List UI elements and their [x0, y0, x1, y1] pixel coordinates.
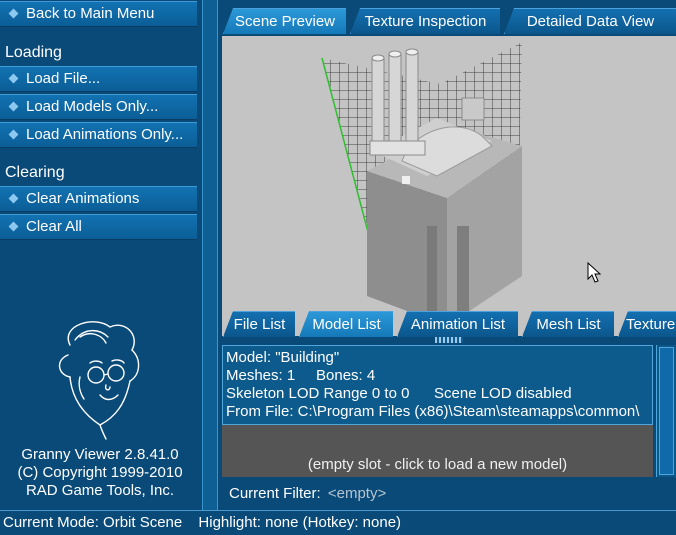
- load-animations-only-label: Load Animations Only...: [26, 126, 184, 143]
- tab-animation-list[interactable]: Animation List: [397, 311, 518, 337]
- filter-label: Current Filter:: [229, 485, 321, 502]
- roof-vent: [402, 176, 410, 184]
- chimney-base: [369, 140, 426, 156]
- scene-lod-text: Scene LOD disabled: [434, 385, 572, 402]
- chimney-1-top: [371, 54, 385, 62]
- mouse-pointer-icon: [587, 262, 601, 283]
- roof-box: [461, 97, 485, 121]
- lod-range-text: Skeleton LOD Range 0 to 0: [226, 385, 410, 402]
- splitter-grip[interactable]: [435, 337, 463, 343]
- tab-model-list[interactable]: Model List: [299, 311, 393, 337]
- model-list-scroll-thumb[interactable]: [659, 347, 674, 475]
- granny-mascot-logo: [58, 321, 140, 440]
- tab-mesh-list-label: Mesh List: [536, 316, 601, 333]
- filter-value[interactable]: <empty>: [328, 485, 386, 502]
- clear-all-label: Clear All: [26, 218, 82, 235]
- tab-detailed-data-view-label: Detailed Data View: [526, 13, 655, 30]
- load-file-label: Load File...: [26, 70, 101, 87]
- scene-render: [321, 42, 522, 336]
- left-panel-scrollbar[interactable]: [202, 0, 218, 510]
- version-text: Granny Viewer 2.8.41.0: [21, 446, 179, 463]
- load-models-only-label: Load Models Only...: [26, 98, 159, 115]
- tab-file-list[interactable]: File List: [223, 311, 295, 337]
- tab-texture-inspection[interactable]: Texture Inspection: [350, 8, 500, 34]
- diamond-bullet-icon: [8, 8, 19, 19]
- back-to-main-menu-button[interactable]: Back to Main Menu: [0, 1, 197, 27]
- meshes-count-text: Meshes: 1: [226, 367, 296, 384]
- chimney-3-top: [405, 48, 419, 56]
- model-name-text: Model: "Building": [226, 349, 340, 366]
- tab-texture-list[interactable]: Texture: [618, 311, 676, 337]
- tab-mesh-list[interactable]: Mesh List: [522, 311, 614, 337]
- load-models-only-button[interactable]: Load Models Only...: [0, 94, 197, 120]
- clearing-section-label: Clearing: [5, 164, 65, 181]
- model-entry[interactable]: Model: "Building" Meshes: 1 Bones: 4 Ske…: [222, 345, 653, 425]
- source-file-text: From File: C:\Program Files (x86)\Steam\…: [226, 403, 640, 420]
- tab-animation-list-label: Animation List: [410, 316, 506, 333]
- tab-file-list-label: File List: [233, 316, 286, 333]
- tab-model-list-label: Model List: [312, 316, 381, 333]
- clear-animations-label: Clear Animations: [26, 190, 140, 207]
- tab-detailed-data-view[interactable]: Detailed Data View: [504, 8, 676, 34]
- bones-count-text: Bones: 4: [316, 367, 376, 384]
- diamond-bullet-icon: [8, 101, 19, 112]
- diamond-bullet-icon: [8, 221, 19, 232]
- highlight-text: Highlight: none (Hotkey: none): [198, 514, 402, 531]
- diamond-bullet-icon: [8, 73, 19, 84]
- back-to-main-menu-label: Back to Main Menu: [26, 5, 155, 22]
- copyright-text: (C) Copyright 1999-2010: [17, 464, 183, 481]
- clear-animations-button[interactable]: Clear Animations: [0, 186, 197, 212]
- chimney-3: [405, 51, 419, 145]
- empty-slot-text: (empty slot - click to load a new model): [307, 456, 568, 473]
- filter-bar[interactable]: Current Filter: <empty>: [222, 480, 676, 507]
- tab-scene-preview[interactable]: Scene Preview: [223, 8, 346, 34]
- diamond-bullet-icon: [8, 193, 19, 204]
- company-text: RAD Game Tools, Inc.: [25, 482, 175, 499]
- scene-viewport[interactable]: [222, 36, 676, 336]
- loading-section-label: Loading: [5, 44, 62, 61]
- chimney-2: [388, 53, 402, 147]
- status-bar: Current Mode: Orbit Scene Highlight: non…: [0, 510, 676, 535]
- clear-all-button[interactable]: Clear All: [0, 214, 197, 240]
- current-mode-text: Current Mode: Orbit Scene: [3, 514, 183, 531]
- tab-scene-preview-label: Scene Preview: [234, 13, 336, 30]
- left-panel: Back to Main Menu Loading Load File... L…: [0, 0, 200, 510]
- diamond-bullet-icon: [8, 129, 19, 140]
- chimney-2-top: [388, 50, 402, 58]
- load-file-button[interactable]: Load File...: [0, 66, 197, 92]
- empty-model-slot[interactable]: (empty slot - click to load a new model): [222, 425, 653, 477]
- load-animations-only-button[interactable]: Load Animations Only...: [0, 122, 197, 148]
- tab-texture-inspection-label: Texture Inspection: [364, 13, 487, 30]
- tab-texture-list-label: Texture: [626, 316, 676, 333]
- chimney-1: [371, 57, 385, 149]
